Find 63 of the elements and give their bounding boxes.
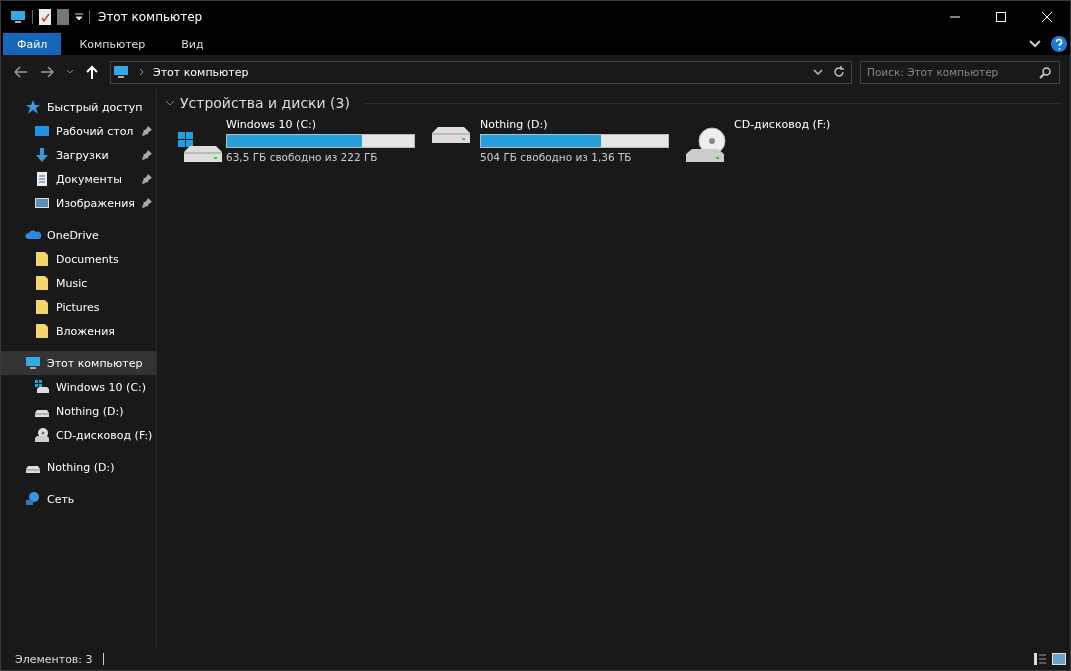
drive-icon	[25, 466, 41, 473]
sidebar-item[interactable]: Nothing (D:)	[1, 399, 156, 423]
picture-icon	[34, 195, 50, 211]
sidebar-item[interactable]: Music	[1, 271, 156, 295]
sidebar-item[interactable]: Windows 10 (C:)	[1, 375, 156, 399]
drive-icon	[34, 379, 50, 395]
computer-icon	[113, 64, 131, 80]
drive-icon	[430, 126, 472, 144]
address-bar[interactable]: Этот компьютер	[110, 60, 852, 84]
sidebar-item[interactable]: Быстрый доступ	[1, 95, 156, 119]
group-title[interactable]: Устройства и диски (3)	[180, 95, 350, 111]
drive-tile[interactable]: CD-дисковод (F:)	[684, 118, 924, 166]
sidebar-item[interactable]: OneDrive	[1, 223, 156, 247]
star-icon	[25, 99, 41, 115]
network-icon	[25, 491, 41, 507]
sidebar-item[interactable]: Документы	[1, 167, 156, 191]
maximize-icon	[996, 12, 1006, 22]
details-view-icon	[1034, 653, 1046, 665]
free-space: 63,5 ГБ свободно из 222 ГБ	[226, 151, 379, 163]
computer-icon	[10, 9, 26, 25]
drive-name: Windows 10 (C:)	[226, 118, 318, 131]
properties-icon	[39, 9, 51, 25]
sidebar-item[interactable]: Загрузки	[1, 143, 156, 167]
help-icon	[1051, 36, 1067, 52]
sidebar-item[interactable]: Изображения	[1, 191, 156, 215]
chevron-down-icon	[813, 69, 823, 75]
sidebar-item[interactable]: CD-дисковод (F:)	[1, 423, 156, 447]
drive-icon	[34, 410, 50, 417]
ribbon-tab[interactable]: Компьютер	[61, 33, 164, 55]
search-field[interactable]: Поиск: Этот компьютер	[860, 60, 1060, 84]
drive-tile[interactable]: Windows 10 (C:) 63,5 ГБ свободно из 222 ГБ	[176, 118, 416, 166]
sidebar-item[interactable]: Pictures	[1, 295, 156, 319]
close-icon	[1042, 12, 1052, 22]
down-arrow-icon	[34, 147, 50, 163]
dropdown-icon	[75, 13, 83, 21]
drive-name: CD-дисковод (F:)	[734, 118, 832, 131]
window-title: Этот компьютер	[98, 10, 203, 24]
ribbon-tab[interactable]: Вид	[163, 33, 222, 55]
chevron-down-icon	[1029, 40, 1041, 48]
drive-tile[interactable]: Nothing (D:) 504 ГБ свободно из 1,36 ТБ	[430, 118, 670, 166]
monitor-icon	[34, 123, 50, 139]
sidebar-item[interactable]: Nothing (D:)	[1, 455, 156, 479]
ribbon-tab[interactable]: Файл	[3, 33, 62, 55]
item-count: Элементов: 3	[15, 652, 93, 666]
chevron-right-icon	[139, 68, 145, 76]
up-arrow-icon	[86, 65, 98, 79]
search-icon	[1039, 66, 1051, 79]
chevron-down-icon	[66, 69, 74, 75]
document-icon	[34, 171, 50, 187]
sidebar-item[interactable]: Documents	[1, 247, 156, 271]
sidebar-item[interactable]: Рабочий стол	[1, 119, 156, 143]
drive-name: Nothing (D:)	[480, 118, 549, 131]
sidebar-item[interactable]: Этот компьютер	[1, 351, 156, 375]
tiles-view-icon	[1052, 653, 1066, 665]
free-space: 504 ГБ свободно из 1,36 ТБ	[480, 151, 633, 163]
computer-icon	[25, 355, 41, 371]
sidebar-item[interactable]: Сеть	[1, 487, 156, 511]
sidebar-item[interactable]: Вложения	[1, 319, 156, 343]
refresh-icon	[833, 66, 845, 78]
back-arrow-icon	[14, 66, 28, 78]
cd-drive-icon	[34, 427, 50, 443]
forward-arrow-icon	[40, 66, 54, 78]
address-path: Этот компьютер	[153, 65, 249, 79]
